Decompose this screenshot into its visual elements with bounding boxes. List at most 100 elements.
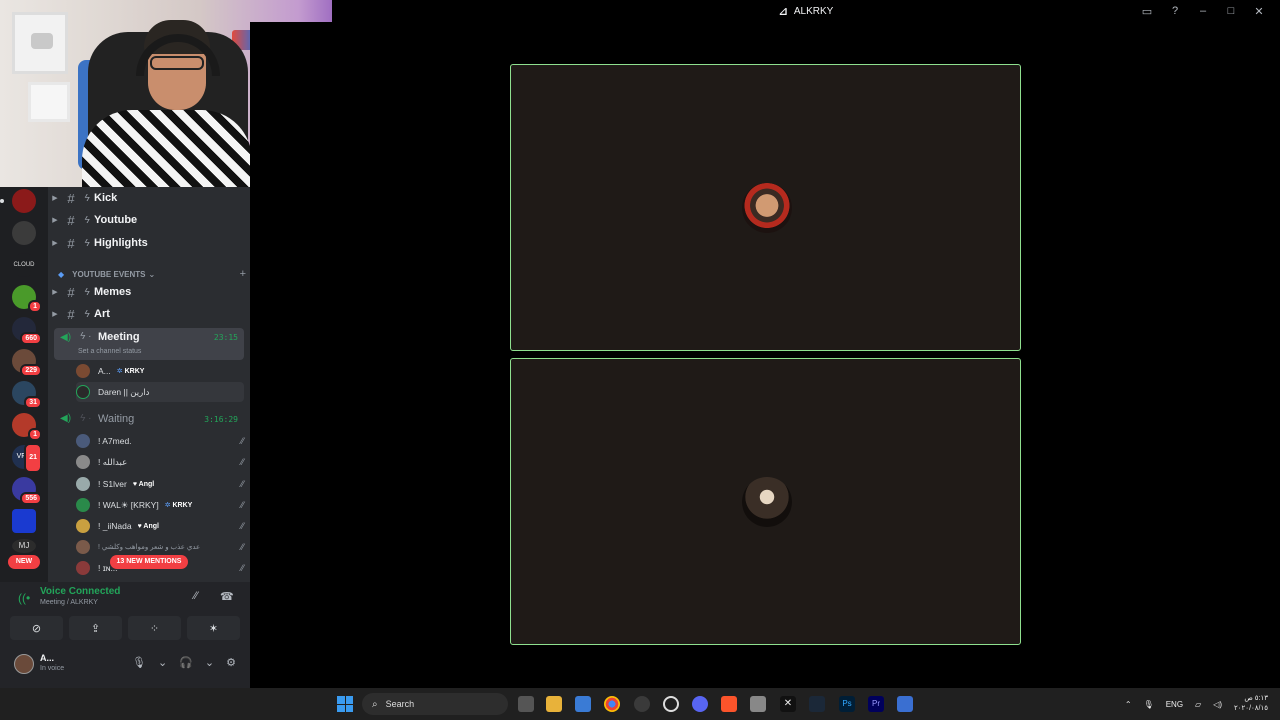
screen-share-button[interactable]: ⇪	[69, 616, 122, 640]
channel-kick[interactable]: ▶ # ϟ Kick	[48, 187, 250, 209]
glasses	[150, 56, 204, 70]
language-indicator[interactable]: ENG	[1166, 700, 1183, 709]
volume-icon[interactable]: ◁)	[1213, 700, 1222, 709]
noise-suppression-icon[interactable]: ⁄⁄	[194, 590, 198, 602]
channel-youtube[interactable]: ▶ # ϟ Youtube	[48, 209, 250, 231]
premiere-icon[interactable]: Pr	[868, 696, 884, 712]
avatar	[76, 385, 90, 399]
server-icon[interactable]: 31	[12, 381, 42, 409]
headphones-icon[interactable]: 🎧	[179, 656, 193, 669]
gear-icon[interactable]: ⚙	[226, 656, 236, 669]
add-channel-icon[interactable]: +	[240, 268, 246, 280]
voice-user[interactable]: ! S1lver ♥ Angl ⁄⁄	[76, 474, 244, 494]
new-servers-pill[interactable]: NEW	[8, 555, 40, 569]
category-youtube-events[interactable]: ◆ YOUTUBE EVENTS ⌄ +	[58, 267, 246, 281]
new-mentions-pill[interactable]: 13 NEW MENTIONS	[110, 555, 188, 569]
avatar	[76, 561, 90, 575]
chevron-up-icon[interactable]: ⌃	[1125, 700, 1132, 709]
maximize-button[interactable]: □	[1224, 5, 1238, 17]
camera-off-button[interactable]: ⊘	[10, 616, 63, 640]
mic-icon[interactable]: 🎙	[132, 656, 146, 669]
avatar	[76, 498, 90, 512]
tag-label: KRKY	[124, 368, 145, 375]
server-icon[interactable]: 1	[12, 285, 42, 313]
voice-user[interactable]: ! _iiNada ♥ Angl ⁄⁄	[76, 516, 244, 536]
server-icon-vfm[interactable]: VFM21	[12, 443, 42, 473]
app-icon[interactable]	[897, 696, 913, 712]
inbox-icon[interactable]: ▭	[1140, 5, 1154, 18]
disconnect-icon[interactable]: ☎	[220, 590, 234, 603]
voice-channel-meeting[interactable]: ◀) ϟ · Meeting 23:15 Set a channel statu…	[54, 328, 244, 360]
voice-channel-waiting[interactable]: ◀) ϟ · Waiting 3:16:29	[54, 411, 244, 429]
user-name[interactable]: A...	[40, 653, 54, 663]
server-icon-mj[interactable]: MJ	[12, 539, 36, 553]
mention-badge: 660	[20, 332, 42, 345]
server-icon[interactable]	[12, 221, 36, 245]
server-icon[interactable]: 1	[12, 413, 42, 441]
user-name: ! عبدالله	[98, 456, 128, 467]
search-icon: ⌕	[372, 698, 378, 710]
help-icon[interactable]: ?	[1168, 5, 1182, 17]
channel-memes[interactable]: ▶ # ϟ Memes	[48, 281, 250, 303]
voice-user[interactable]: A... ✲ KRKY	[76, 361, 244, 381]
lightning-icon: ϟ	[84, 237, 90, 249]
file-explorer-icon[interactable]	[546, 696, 562, 712]
minimize-button[interactable]: –	[1196, 5, 1210, 17]
discord-icon[interactable]	[692, 696, 708, 712]
voice-stage	[332, 22, 1280, 688]
close-button[interactable]: ✕	[1252, 5, 1266, 18]
user-name: ! _iiNada	[98, 521, 132, 531]
brave-icon[interactable]	[721, 696, 737, 712]
clock[interactable]: ٥:١٣ ص ٢٠٢٠/٠٨/١٥	[1234, 694, 1268, 714]
app-icon[interactable]	[634, 696, 650, 712]
lightning-icon: ϟ	[84, 308, 90, 320]
voice-user[interactable]: ! عدي عذب و شعر ومواهب وكلشي ⁄⁄	[76, 537, 244, 557]
server-icon[interactable]: 229	[12, 349, 42, 377]
server-icon[interactable]	[12, 509, 36, 533]
text-channel-icon: #	[67, 306, 75, 322]
channel-name: Memes	[94, 286, 132, 298]
chevron-down-icon[interactable]: ⌄	[158, 656, 167, 669]
taskbar-search[interactable]: ⌕ Search	[362, 693, 508, 715]
server-icon-cloud[interactable]: CLOUD	[12, 253, 36, 277]
system-tray: ⌃ 🎙 ENG ▱ ◁) ٥:١٣ ص ٢٠٢٠/٠٨/١٥	[1125, 688, 1268, 720]
chrome-icon[interactable]	[604, 696, 620, 712]
app-icon[interactable]	[750, 696, 766, 712]
participant-tile[interactable]	[510, 358, 1021, 645]
voice-user[interactable]: ! WAL☀ [KRKY] ✲ KRKY ⁄⁄	[76, 495, 244, 515]
participant-avatar	[742, 477, 792, 527]
user-name: ! A7med.	[98, 436, 132, 446]
server-icon[interactable]: 660	[12, 317, 42, 345]
set-status-link[interactable]: Set a channel status	[78, 348, 141, 355]
server-icon[interactable]	[12, 189, 36, 213]
chevron-down-icon[interactable]: ⌄	[205, 656, 214, 669]
capcut-icon[interactable]: ✕	[780, 696, 796, 712]
voice-user[interactable]: Daren || دارين	[76, 382, 244, 402]
signal-icon[interactable]: ((•	[18, 591, 30, 605]
voice-user[interactable]: ! عبدالله ⁄⁄	[76, 452, 244, 472]
voice-status[interactable]: Voice Connected	[40, 586, 120, 597]
server-icon[interactable]: 556	[12, 477, 42, 505]
mention-badge: 229	[20, 364, 42, 377]
voice-user[interactable]: ! A7med. ⁄⁄	[76, 431, 244, 451]
channel-name: Kick	[94, 192, 118, 204]
photoshop-icon[interactable]: Ps	[839, 696, 855, 712]
collapse-arrow-icon: ▶	[52, 217, 58, 224]
channel-timer: 3:16:29	[204, 415, 238, 424]
steam-icon[interactable]	[663, 696, 679, 712]
steam-app-icon[interactable]	[809, 696, 825, 712]
channel-art[interactable]: ▶ # ϟ Art	[48, 303, 250, 325]
channel-highlights[interactable]: ▶ # ϟ Highlights	[48, 232, 250, 254]
server-tag: ♥ Angl	[138, 523, 159, 530]
network-icon[interactable]: ▱	[1195, 700, 1201, 709]
activities-button[interactable]: ⁘	[128, 616, 181, 640]
avatar[interactable]	[14, 654, 34, 674]
participant-avatar	[742, 183, 792, 233]
participant-tile[interactable]	[510, 64, 1021, 351]
store-icon[interactable]	[575, 696, 591, 712]
task-view-icon[interactable]	[518, 696, 534, 712]
soundboard-button[interactable]: ✶	[187, 616, 240, 640]
start-button[interactable]	[337, 696, 353, 712]
mic-icon[interactable]: 🎙	[1144, 700, 1154, 709]
window-controls: ▭ ? – □ ✕	[1140, 0, 1280, 22]
